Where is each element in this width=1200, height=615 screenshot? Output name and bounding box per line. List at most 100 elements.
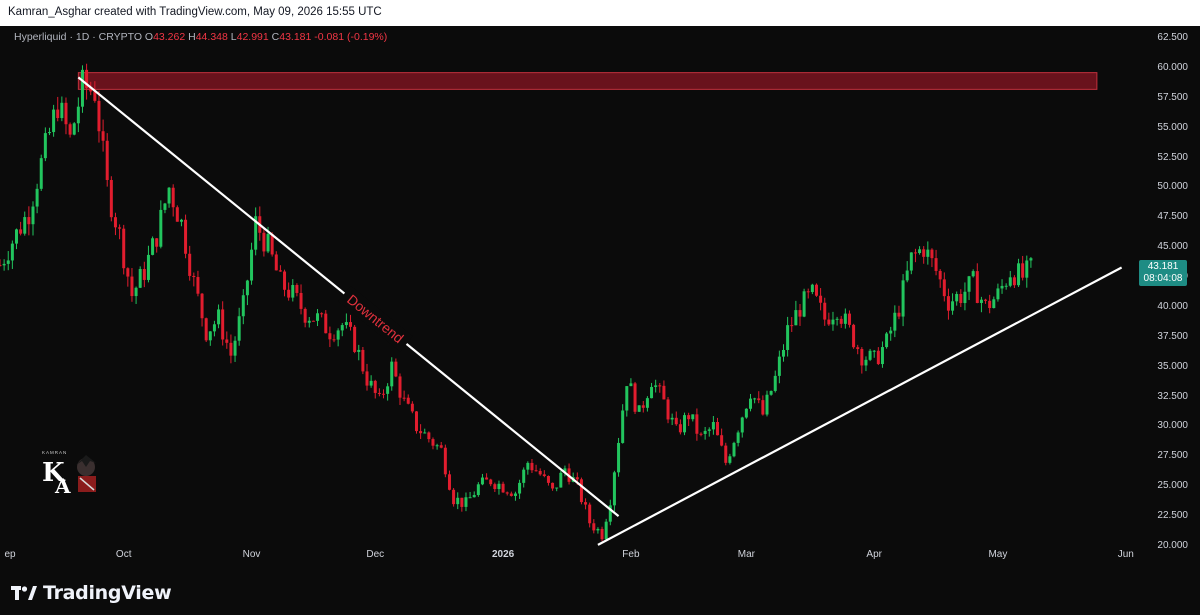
- candle-down: [377, 392, 381, 394]
- candle-down: [839, 318, 843, 324]
- candle-down: [938, 270, 942, 280]
- candle-up: [513, 493, 517, 496]
- candle-up: [138, 269, 142, 288]
- candle-down: [349, 322, 353, 327]
- x-tick-label: May: [988, 549, 1008, 560]
- candle-down: [175, 207, 179, 222]
- candle-down: [398, 376, 402, 398]
- symbol-legend: Hyperliquid · 1D · CRYPTO O43.262 H44.34…: [14, 31, 387, 43]
- x-tick-label: Feb: [622, 549, 640, 560]
- candle-up: [1008, 277, 1012, 286]
- candle-up: [740, 417, 744, 433]
- candle-down: [184, 219, 188, 254]
- candle-up: [732, 442, 736, 457]
- candle-down: [439, 445, 443, 448]
- candle-up: [60, 102, 64, 119]
- candle-up: [711, 422, 715, 430]
- candle-up: [76, 106, 80, 124]
- candle-down: [930, 249, 934, 259]
- candle-down: [0, 265, 2, 267]
- candle-up: [872, 350, 876, 352]
- y-tick-label: 52.500: [1157, 151, 1188, 163]
- candle-down: [122, 228, 126, 269]
- candle-up: [167, 187, 171, 204]
- candle-up: [612, 472, 616, 506]
- candle-down: [1012, 277, 1016, 286]
- candle-up: [979, 299, 983, 303]
- candle-down: [505, 492, 509, 494]
- y-tick-label: 57.500: [1157, 91, 1188, 103]
- candle-up: [146, 254, 150, 280]
- footer-bar: [0, 572, 1200, 615]
- candle-up: [893, 312, 897, 331]
- y-tick-label: 37.500: [1157, 330, 1188, 342]
- candle-up: [233, 340, 237, 356]
- candle-down: [414, 411, 418, 432]
- candle-down: [196, 277, 200, 294]
- candle-up: [868, 350, 872, 360]
- y-tick-label: 35.000: [1157, 360, 1188, 372]
- candle-down: [287, 289, 291, 298]
- candle-up: [340, 325, 344, 331]
- candle-down: [534, 470, 538, 472]
- close-value: 43.181: [279, 31, 312, 43]
- candle-down: [229, 342, 233, 356]
- y-tick-label: 27.500: [1157, 450, 1188, 462]
- tradingview-logo[interactable]: TradingView: [11, 582, 172, 604]
- attribution-bar: Kamran_Asghar created with TradingView.c…: [0, 0, 1200, 26]
- candle-down: [278, 270, 282, 272]
- candle-down: [757, 398, 761, 401]
- high-value: 44.348: [195, 31, 228, 43]
- candle-down: [876, 350, 880, 365]
- candle-up: [955, 293, 959, 302]
- candle-up: [835, 318, 839, 320]
- candle-down: [410, 403, 414, 412]
- candle-up: [1000, 285, 1004, 289]
- candle-up: [596, 528, 600, 531]
- candle-up: [555, 487, 559, 489]
- candle-up: [14, 229, 18, 244]
- candle-down: [324, 313, 328, 334]
- author-logo-icon: KAMRAN K A: [42, 450, 96, 495]
- candle-down: [171, 187, 175, 208]
- candle-down: [402, 397, 406, 399]
- candle-down: [118, 227, 122, 229]
- candle-down: [658, 385, 662, 387]
- candle-up: [522, 469, 526, 483]
- candle-up: [423, 432, 427, 434]
- candle-up: [683, 415, 687, 433]
- candle-down: [860, 349, 864, 366]
- candle-up: [151, 238, 155, 255]
- candle-down: [984, 299, 988, 301]
- candle-up: [497, 483, 501, 489]
- svg-text:A: A: [54, 474, 71, 495]
- candle-up: [625, 386, 629, 411]
- candle-up: [650, 386, 654, 399]
- last-price-badge: 43.181 08:04:08: [1139, 260, 1187, 286]
- candle-down: [365, 371, 369, 386]
- candle-down: [724, 445, 728, 463]
- candle-up: [885, 333, 889, 348]
- candle-down: [105, 140, 109, 180]
- candle-up: [901, 280, 905, 317]
- y-tick-label: 62.500: [1157, 31, 1188, 43]
- candle-up: [629, 383, 633, 387]
- candle-up: [31, 206, 35, 225]
- candle-up: [831, 319, 835, 325]
- candlestick-chart[interactable]: Downtrend: [0, 26, 1134, 572]
- y-tick-label: 45.000: [1157, 241, 1188, 253]
- candle-up: [707, 429, 711, 431]
- candle-down: [790, 325, 794, 327]
- candle-up: [1004, 285, 1008, 287]
- candle-down: [394, 361, 398, 377]
- candle-up: [237, 316, 241, 341]
- candle-down: [447, 474, 451, 490]
- candle-down: [126, 268, 130, 277]
- candle-down: [353, 326, 357, 352]
- candle-down: [1021, 263, 1025, 278]
- candle-up: [864, 359, 868, 366]
- candle-up: [35, 188, 39, 207]
- candle-up: [456, 497, 460, 505]
- candle-down: [814, 284, 818, 296]
- y-tick-label: 20.000: [1157, 540, 1188, 552]
